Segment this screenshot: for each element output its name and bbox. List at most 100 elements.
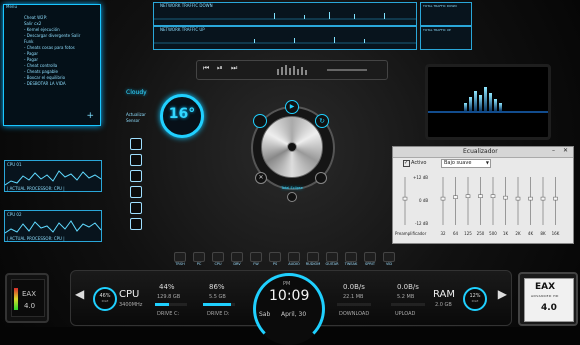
calendar-icon[interactable] — [130, 186, 142, 198]
band-label-32: 32 — [440, 231, 446, 236]
network-up-total-label: TOTAL TRAFFIC UP — [423, 28, 451, 32]
visualizer-bars — [428, 87, 548, 113]
dock-icon-pc[interactable] — [193, 252, 205, 262]
network-down-graph — [154, 12, 416, 20]
dock-label-ps: PS — [272, 262, 278, 266]
download-total: 22.1 MB — [343, 294, 364, 300]
band-slider-8K-handle[interactable] — [540, 196, 546, 201]
dock-icon-cpu[interactable] — [212, 252, 224, 262]
band-slider-64-handle[interactable] — [453, 195, 458, 199]
network-down-total-label: TOTAL TRAFFIC DOWN — [423, 4, 457, 8]
network-up-panel: NETWORK TRAFFIC UP — [153, 26, 417, 50]
eax-right-plate: EAX ADVANCED HD 4.0 — [524, 278, 574, 322]
dock-icon-rudiom[interactable] — [307, 252, 319, 262]
close-player-button[interactable]: ✕ — [255, 172, 267, 184]
stop-button[interactable] — [287, 192, 297, 202]
dock-icon-ps[interactable] — [269, 252, 281, 262]
cd-hole — [287, 142, 297, 152]
hud-prev-arrow[interactable]: ◀ — [75, 287, 84, 301]
hud-next-arrow[interactable]: ▶ — [498, 287, 507, 301]
drive-c-label: DRIVE C: — [157, 311, 180, 317]
network-down-panel: NETWORK TRAFFIC DOWN — [153, 2, 417, 26]
next-icon[interactable]: ⏭ — [231, 64, 237, 73]
download-label: DOWNLOAD — [339, 311, 370, 317]
dock-label-rudiom: RUDIOM — [305, 262, 321, 266]
dock-icon-sprit[interactable] — [364, 252, 376, 262]
previous-icon[interactable]: ⏮ — [203, 64, 209, 73]
temperature-value: 16° — [168, 106, 196, 122]
eax-right-badge: EAX ADVANCED HD 4.0 — [518, 272, 578, 326]
equalizer-window: Ecualizador – ✕ ✓ Activo Bajo suave ▼ +1… — [392, 146, 574, 244]
window-icon[interactable] — [130, 202, 142, 214]
dock-label-drv: DRV — [233, 262, 241, 266]
repeat-button[interactable]: ↻ — [315, 114, 329, 128]
dock-label-guitar: GUITAR — [325, 262, 339, 266]
band-slider-500-handle[interactable] — [490, 194, 496, 198]
ram-label: RAM — [433, 289, 456, 300]
menu-item[interactable]: - DESBOTAR LA VIDA — [24, 81, 98, 87]
play-button[interactable]: ▶ — [285, 100, 299, 114]
dock-icon-tweak[interactable] — [345, 252, 357, 262]
dock-label-fw: FW — [253, 262, 259, 266]
band-slider-16K-handle[interactable] — [553, 196, 558, 201]
weather-note-2: Sensor — [126, 118, 140, 123]
band-label-2K: 2K — [515, 231, 521, 236]
menu-title: Menu — [6, 4, 17, 9]
dock-icon-audio[interactable] — [288, 252, 300, 262]
player-visualizer — [277, 65, 367, 75]
network-up-graph — [154, 37, 416, 44]
dock-icon-guitar[interactable] — [326, 252, 338, 262]
visualizer-frame — [425, 64, 551, 140]
cpu-frequency: 3400MHz — [119, 302, 143, 308]
play-pause-icon[interactable]: ⏯ — [217, 64, 223, 73]
media-player-bar: ⏮ ⏯ ⏭ — [196, 60, 388, 80]
band-slider-2K-handle[interactable] — [515, 196, 521, 201]
eax-right-subtitle: ADVANCED HD — [531, 294, 559, 298]
settings-icon[interactable] — [130, 154, 142, 166]
track-title: Total Eclipse — [281, 186, 303, 190]
shuffle-button[interactable] — [253, 114, 267, 128]
upload-bar — [391, 303, 425, 306]
folder-icon[interactable] — [130, 218, 142, 230]
dock-bar: TRSH PC CPU DRV FW PS AUDIO RUDIOM GUITAR TWEAK SP… — [170, 252, 410, 270]
band-slider-125-handle[interactable] — [465, 194, 471, 198]
eject-button[interactable] — [315, 172, 327, 184]
clock-ampm: PM — [283, 281, 291, 287]
weather-condition: Cloudy — [126, 89, 147, 96]
dock-label-audio: AUDIO — [288, 262, 300, 266]
band-slider-32-handle[interactable] — [440, 196, 446, 201]
cpu-graph-1: CPU 01 | ACTUAL PROCESSOR: CPU | — [4, 160, 102, 192]
download-bar — [337, 303, 371, 306]
temperature-ring: 16° — [160, 94, 204, 138]
dock-icon-trsh[interactable] — [174, 252, 186, 262]
cpu-graph-2-footer: | ACTUAL PROCESSOR: CPU | — [7, 236, 65, 241]
power-icon[interactable] — [130, 138, 142, 150]
dock-icon-fw[interactable] — [250, 252, 262, 262]
document-icon[interactable] — [130, 170, 142, 182]
upload-total: 5.2 MB — [397, 294, 415, 300]
menu-items: Cheat W2P: Salir cx2 - Kernel ejecución … — [24, 15, 98, 87]
dock-label-pc: PC — [196, 262, 202, 266]
system-monitor-hud: ◀ ▶ 46% IDLE CPU 3400MHz 44% 129.8 GB DR… — [70, 270, 512, 345]
ram-percent-sub: IDLE — [471, 299, 479, 303]
ram-gauge: 12% IDLE — [463, 287, 487, 311]
clock-day: Sab — [259, 311, 271, 318]
preamp-slider-handle[interactable] — [402, 196, 408, 201]
drive-c-bar-fill — [155, 303, 170, 306]
plus-icon[interactable]: + — [86, 111, 94, 121]
dock-icon-drv[interactable] — [231, 252, 243, 262]
band-slider-1K-handle[interactable] — [503, 195, 508, 200]
band-slider-4K-handle[interactable] — [528, 196, 533, 201]
eax-left-version: 4.0 — [24, 302, 36, 310]
dock-icon-vid[interactable] — [383, 252, 395, 262]
band-slider-250-handle[interactable] — [478, 194, 483, 198]
eax-right-version: 4.0 — [541, 303, 557, 313]
drive-c-size: 129.8 GB — [157, 294, 181, 300]
eax-left-screen: EAX 4.0 — [11, 279, 45, 317]
dock-label-vid: VID — [385, 262, 393, 266]
band-label-1K: 1K — [502, 231, 509, 236]
dock-label-sprit: SPRIT — [365, 262, 375, 266]
network-up-total-panel: TOTAL TRAFFIC UP — [420, 26, 472, 50]
upload-label: UPLOAD — [395, 311, 416, 317]
drive-c-bar — [155, 303, 187, 306]
